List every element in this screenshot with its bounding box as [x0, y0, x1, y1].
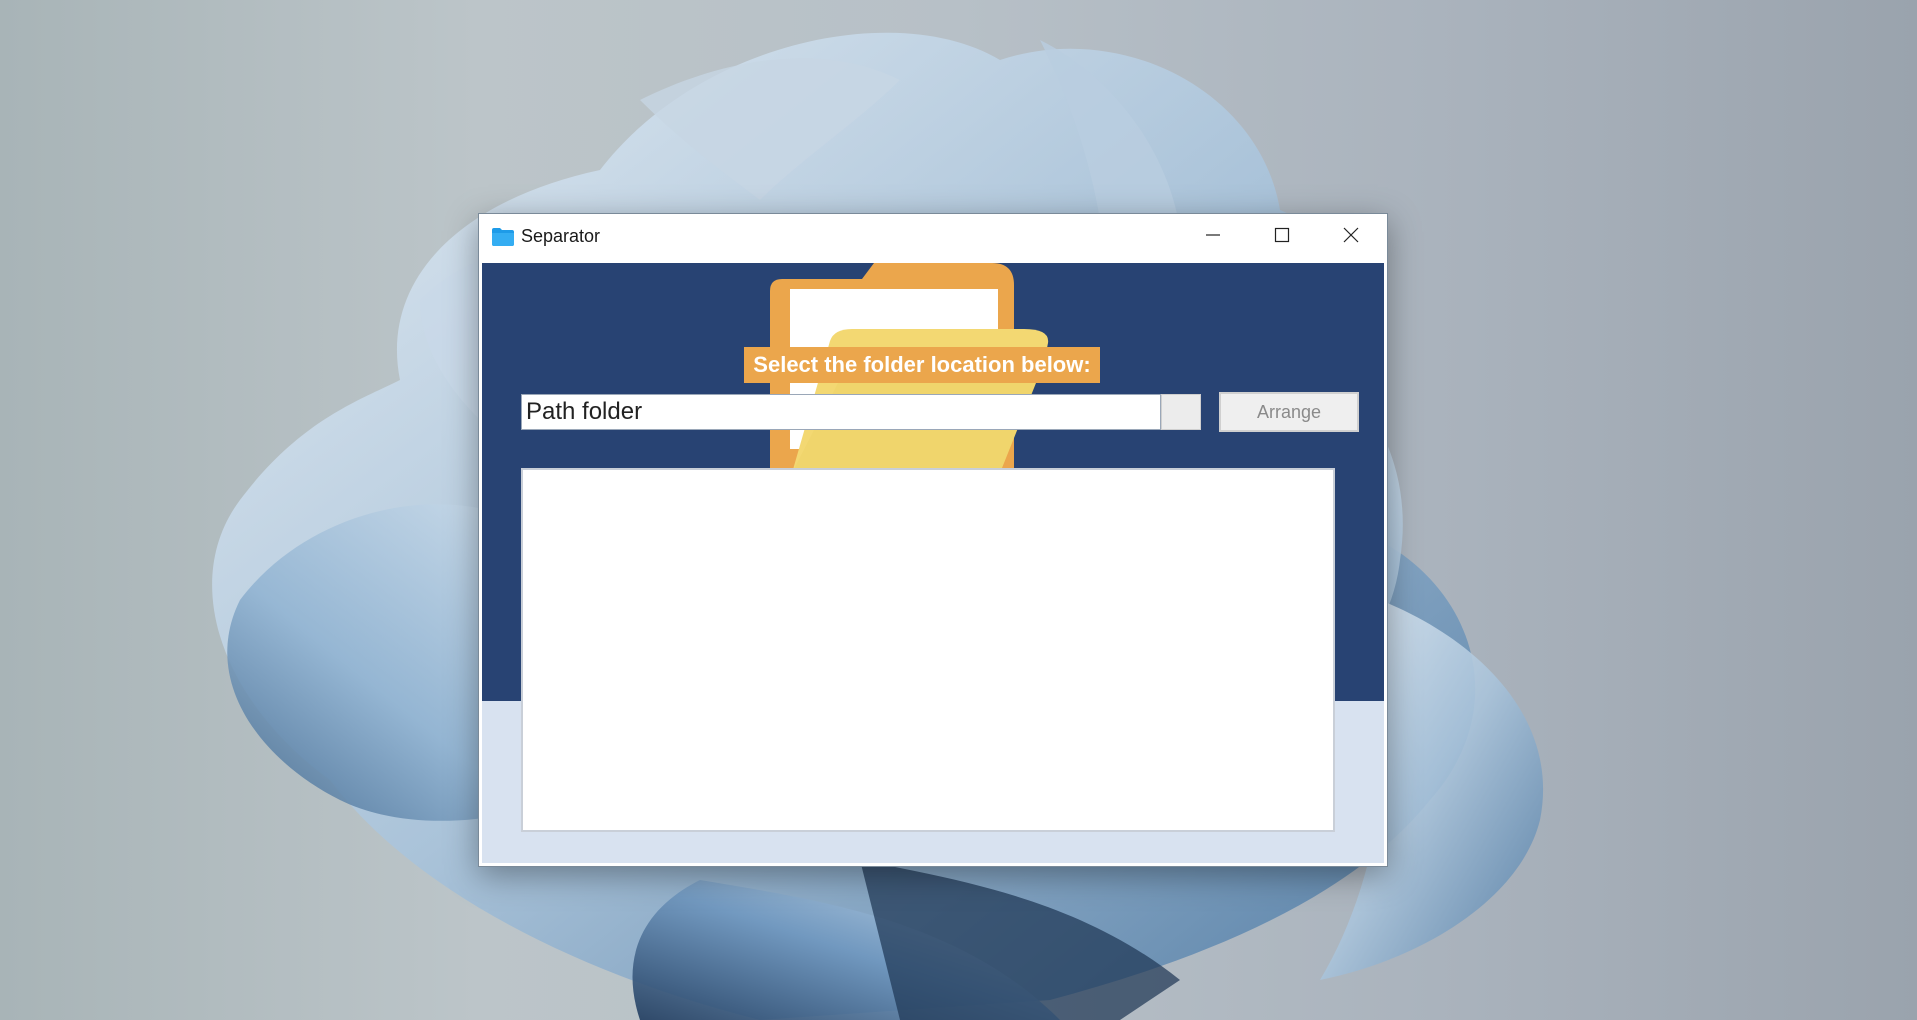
path-input-extension: [1161, 394, 1201, 430]
title-bar[interactable]: Separator: [479, 214, 1387, 261]
folder-icon: [492, 228, 514, 246]
close-icon: [1343, 227, 1359, 248]
path-folder-input[interactable]: [521, 394, 1161, 430]
output-list-box[interactable]: [521, 468, 1335, 832]
separator-window: Separator Select the folder location bel…: [478, 213, 1388, 867]
maximize-icon: [1274, 227, 1290, 248]
close-button[interactable]: [1317, 214, 1385, 261]
client-area: Select the folder location below: Arrang…: [482, 263, 1384, 863]
instruction-heading: Select the folder location below:: [744, 347, 1100, 383]
minimize-icon: [1205, 227, 1221, 248]
maximize-button[interactable]: [1248, 214, 1316, 261]
arrange-button[interactable]: Arrange: [1219, 392, 1359, 432]
minimize-button[interactable]: [1179, 214, 1247, 261]
window-title: Separator: [521, 226, 601, 246]
